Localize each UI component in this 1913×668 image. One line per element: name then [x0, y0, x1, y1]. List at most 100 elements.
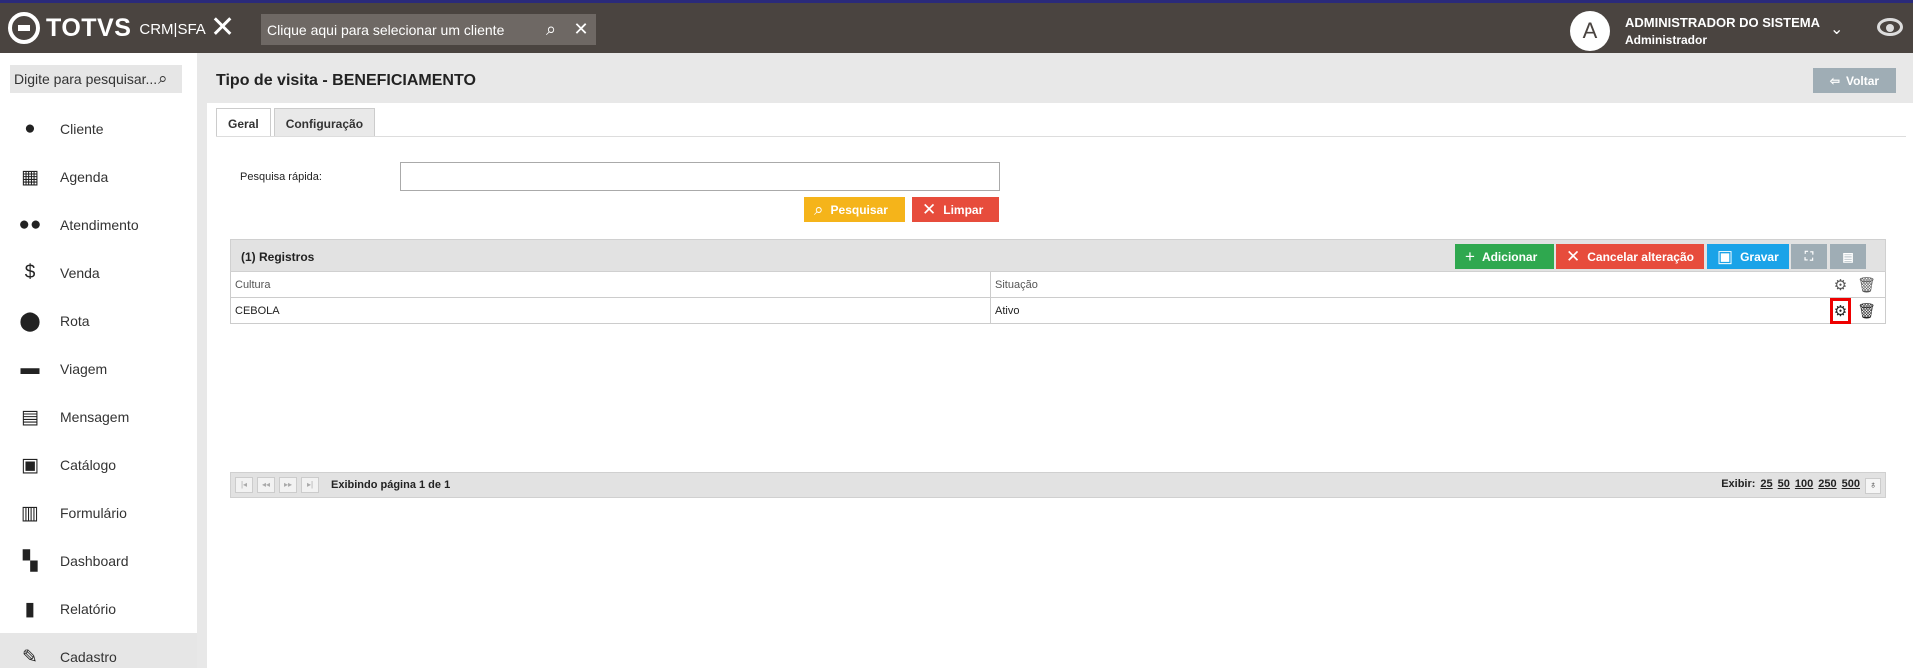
- fullscreen-icon: ⛶: [1804, 249, 1814, 263]
- first-page-icon[interactable]: |◂: [235, 477, 253, 493]
- arrow-left-icon: ⇦: [1829, 73, 1840, 88]
- sidebar-item-viagem[interactable]: ▬ Viagem: [0, 345, 197, 393]
- sidebar-item-catalogo[interactable]: ▣ Catálogo: [0, 441, 197, 489]
- client-selector[interactable]: Clique aqui para selecionar um cliente ⌕…: [261, 14, 596, 45]
- next-page-icon[interactable]: ▸▸: [279, 477, 297, 493]
- sidebar-item-cadastro[interactable]: ✎ Cadastro: [0, 633, 197, 668]
- top-bar: TOTVS CRM|SFA ✕ Clique aqui para selecio…: [0, 0, 1913, 53]
- add-button[interactable]: + Adicionar: [1455, 244, 1554, 269]
- sidebar-search-placeholder: Digite para pesquisar...: [14, 71, 158, 87]
- table-row[interactable]: CEBOLA Ativo ⚙ 🗑: [230, 297, 1886, 324]
- page-size-option[interactable]: 50: [1778, 478, 1790, 494]
- close-icon: ✕: [922, 199, 937, 219]
- clear-button[interactable]: ✕ Limpar: [912, 197, 999, 222]
- pencil-icon: ✎: [22, 646, 38, 668]
- last-page-icon[interactable]: ▸|: [301, 477, 319, 493]
- search-icon[interactable]: ⌕: [158, 69, 182, 89]
- search-icon[interactable]: ⌕: [536, 19, 566, 40]
- trash-icon[interactable]: 🗑: [1857, 276, 1876, 294]
- sidebar-item-label: Rota: [60, 313, 90, 329]
- person-icon: ●: [24, 118, 36, 139]
- user-role: Administrador: [1625, 33, 1708, 47]
- page-size-option[interactable]: 100: [1795, 478, 1813, 494]
- fullscreen-button[interactable]: ⛶: [1791, 244, 1827, 269]
- page-size-option[interactable]: 250: [1818, 478, 1836, 494]
- pager: |◂ ◂◂ ▸▸ ▸| Exibindo página 1 de 1 Exibi…: [230, 472, 1886, 498]
- sidebar-item-relatorio[interactable]: ▮ Relatório: [0, 585, 197, 633]
- gear-icon[interactable]: ⚙: [1834, 276, 1847, 294]
- sidebar-item-dashboard[interactable]: ▚ Dashboard: [0, 537, 197, 585]
- cancel-button-label: Cancelar alteração: [1587, 249, 1694, 264]
- sidebar-item-label: Agenda: [60, 169, 109, 185]
- tab-divider: [216, 136, 1906, 137]
- clear-client-icon[interactable]: ✕: [566, 19, 596, 40]
- sidebar-item-venda[interactable]: $ Venda: [0, 249, 197, 297]
- user-name: ADMINISTRADOR DO SISTEMA: [1625, 15, 1820, 30]
- column-header-cultura[interactable]: Cultura: [231, 272, 991, 297]
- tab-bar: Geral Configuração: [216, 108, 376, 137]
- quick-search-input[interactable]: [400, 162, 1000, 191]
- user-info[interactable]: ADMINISTRADOR DO SISTEMA Administrador: [1625, 15, 1820, 47]
- image-icon: ▣: [21, 454, 39, 476]
- sidebar-search-input[interactable]: Digite para pesquisar... ⌕: [10, 65, 182, 93]
- car-icon: ▬: [20, 358, 40, 379]
- sidebar-item-label: Relatório: [60, 601, 117, 617]
- back-button[interactable]: ⇦ Voltar: [1813, 68, 1896, 93]
- sidebar-item-cliente[interactable]: ● Cliente: [0, 105, 197, 153]
- avatar[interactable]: A: [1570, 11, 1610, 51]
- sidebar-item-formulario[interactable]: ▥ Formulário: [0, 489, 197, 537]
- plus-icon: +: [1465, 246, 1475, 266]
- column-header-situacao[interactable]: Situação: [991, 272, 1825, 297]
- chevron-down-icon[interactable]: ⌄: [1830, 19, 1843, 39]
- sidebar-nav: ● Cliente ▦ Agenda ●● Atendimento $ Venda ⬤ R…: [0, 105, 197, 668]
- table-header-row: Cultura Situação ⚙ 🗑: [230, 272, 1886, 298]
- cancel-changes-button[interactable]: ✕ Cancelar alteração: [1556, 244, 1704, 269]
- totvs-logo[interactable]: TOTVS CRM|SFA: [8, 12, 206, 44]
- gear-icon[interactable]: ⚙: [1829, 297, 1852, 324]
- export-button[interactable]: ▤: [1830, 244, 1866, 269]
- message-icon: ▤: [21, 406, 39, 428]
- pager-info: Exibindo página 1 de 1: [331, 479, 451, 491]
- dashboard-icon: ▚: [22, 550, 38, 572]
- export-file-icon: ▤: [1842, 249, 1854, 264]
- map-pin-icon: ⬤: [19, 310, 41, 332]
- sidebar-item-label: Venda: [60, 265, 100, 281]
- tab-configuracao[interactable]: Configuração: [273, 108, 376, 137]
- totvs-logo-icon: [8, 12, 40, 44]
- cell-cultura: CEBOLA: [231, 298, 991, 323]
- row-actions: ⚙ 🗑: [1825, 297, 1885, 324]
- sidebar-item-label: Cadastro: [60, 649, 117, 665]
- page-size-option[interactable]: 500: [1842, 478, 1860, 494]
- add-button-label: Adicionar: [1481, 249, 1538, 264]
- records-table: Cultura Situação ⚙ 🗑 CEBOLA Ativo ⚙ 🗑: [230, 272, 1886, 324]
- close-menu-icon[interactable]: ✕: [210, 13, 235, 43]
- page-size-label: Exibir:: [1721, 478, 1756, 490]
- cell-situacao: Ativo: [995, 304, 1020, 317]
- sidebar-item-label: Mensagem: [60, 409, 130, 425]
- sidebar-item-mensagem[interactable]: ▤ Mensagem: [0, 393, 197, 441]
- lightbulb-icon[interactable]: ♁: [1865, 478, 1881, 494]
- people-icon: ●●: [18, 214, 42, 235]
- brand-sub: CRM|SFA: [139, 21, 206, 38]
- save-button[interactable]: ▣ Gravar: [1707, 244, 1789, 269]
- header-actions: ⚙ 🗑: [1825, 276, 1885, 294]
- close-icon: ✕: [1566, 246, 1581, 266]
- sidebar-item-label: Catálogo: [60, 457, 117, 473]
- prev-page-icon[interactable]: ◂◂: [257, 477, 275, 493]
- sidebar-item-atendimento[interactable]: ●● Atendimento: [0, 201, 197, 249]
- tab-geral[interactable]: Geral: [216, 108, 271, 137]
- page-size-option[interactable]: 25: [1760, 478, 1772, 494]
- calendar-icon: ▦: [21, 166, 39, 188]
- sidebar-item-label: Viagem: [60, 361, 108, 377]
- clipboard-icon: ▥: [21, 502, 39, 524]
- quick-search-label: Pesquisa rápida:: [240, 171, 322, 183]
- sidebar-item-rota[interactable]: ⬤ Rota: [0, 297, 197, 345]
- page-title: Tipo de visita - BENEFICIAMENTO: [216, 72, 476, 89]
- floppy-disk-icon: ▣: [1717, 246, 1734, 266]
- eye-icon[interactable]: [1877, 18, 1903, 36]
- brand-name: TOTVS: [46, 13, 132, 42]
- trash-icon[interactable]: 🗑: [1857, 302, 1876, 320]
- sidebar-item-agenda[interactable]: ▦ Agenda: [0, 153, 197, 201]
- sidebar-item-label: Dashboard: [60, 553, 129, 569]
- search-button[interactable]: ⌕ Pesquisar: [804, 197, 905, 222]
